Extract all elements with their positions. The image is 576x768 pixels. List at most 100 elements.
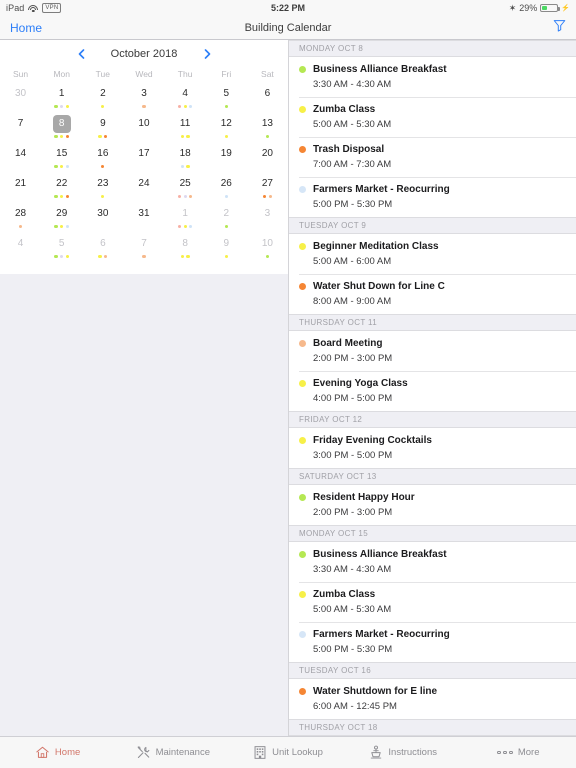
calendar-day-cell[interactable]: 3 (247, 204, 288, 234)
calendar-week-row: 4 5 6 7 8 9 10 (0, 234, 288, 264)
calendar-day-cell[interactable]: 7 (123, 234, 164, 264)
event-dot (183, 224, 187, 229)
event-title-row: Evening Yoga Class (299, 378, 566, 389)
event-color-dot (299, 146, 306, 153)
calendar-day-cell[interactable]: 9 (206, 234, 247, 264)
calendar-day-cell[interactable]: 29 (41, 204, 82, 234)
calendar-day-cell[interactable]: 14 (0, 144, 41, 174)
calendar-day-number: 16 (97, 148, 109, 159)
event-time: 3:30 AM - 4:30 AM (313, 564, 392, 575)
calendar-day-cell[interactable]: 8 (41, 114, 82, 144)
event-row[interactable]: Business Alliance Breakfast 3:30 AM - 4:3… (289, 57, 576, 97)
wifi-icon (28, 4, 39, 12)
event-dot (224, 134, 228, 139)
calendar-day-cell[interactable]: 30 (82, 204, 123, 234)
event-color-dot (299, 437, 306, 444)
calendar-day-cell[interactable]: 12 (206, 114, 247, 144)
weekday-header: Tue (95, 69, 111, 79)
calendar-day-cell[interactable]: 1 (165, 204, 206, 234)
calendar-day-cell[interactable]: 23 (82, 174, 123, 204)
calendar-day-cell[interactable]: 22 (41, 174, 82, 204)
calendar-day-number: 7 (17, 118, 24, 129)
calendar-day-cell[interactable]: 20 (247, 144, 288, 174)
tab-label: Maintenance (155, 747, 210, 758)
calendar-day-cell[interactable]: 5 (206, 84, 247, 114)
event-dot (54, 104, 58, 109)
tab-more[interactable]: More (461, 737, 576, 768)
event-row[interactable]: Zumba Class 5:00 AM - 5:30 AM (289, 582, 576, 622)
event-dot (65, 254, 69, 259)
calendar-day-cell[interactable]: 8 (165, 234, 206, 264)
calendar-day-cell[interactable]: 4 (0, 234, 41, 264)
event-title: Resident Happy Hour (313, 492, 415, 503)
event-row[interactable]: Farmers Market - Reocurring 5:00 PM - 5:3… (289, 177, 576, 217)
event-row[interactable]: Trash Disposal 7:00 AM - 7:30 AM (289, 137, 576, 177)
calendar-day-cell[interactable]: 3 (123, 84, 164, 114)
calendar-day-cell[interactable]: 27 (247, 174, 288, 204)
calendar-day-number: 12 (220, 118, 232, 129)
tab-instructions[interactable]: Instructions (346, 737, 461, 768)
calendar-day-cell[interactable]: 9 (82, 114, 123, 144)
calendar-week-row: 7 8 9 10 11 12 13 (0, 114, 288, 144)
filter-button[interactable] (553, 19, 566, 37)
tab-maintenance[interactable]: Maintenance (115, 737, 230, 768)
calendar-day-cell[interactable]: 4 (165, 84, 206, 114)
calendar-day-cell[interactable]: 21 (0, 174, 41, 204)
event-time: 4:00 PM - 5:00 PM (313, 393, 393, 404)
event-row[interactable]: Board Meeting 2:00 PM - 3:00 PM (289, 331, 576, 371)
calendar-day-cell[interactable]: 24 (123, 174, 164, 204)
event-section-header: THURSDAY OCT 11 (289, 314, 576, 331)
page-title: Building Calendar (244, 21, 332, 34)
calendar-day-cell[interactable]: 30 (0, 84, 41, 114)
calendar-day-number: 25 (179, 178, 191, 189)
event-row[interactable]: Zumba Class 5:00 AM - 5:30 AM (289, 97, 576, 137)
event-dot (189, 194, 193, 199)
tab-unit-lookup[interactable]: Unit Lookup (230, 737, 345, 768)
calendar-day-cell[interactable]: 26 (206, 174, 247, 204)
calendar-day-number: 3 (264, 208, 271, 219)
calendar-day-cell[interactable]: 17 (123, 144, 164, 174)
event-row[interactable]: Farmers Market - Reocurring 5:00 PM - 5:3… (289, 622, 576, 662)
calendar-day-cell[interactable]: 28 (0, 204, 41, 234)
event-list-pane[interactable]: MONDAY OCT 8 Business Alliance Breakfast 3… (288, 40, 576, 736)
calendar-day-cell[interactable]: 25 (165, 174, 206, 204)
event-dot (60, 194, 64, 199)
calendar-day-number: 2 (100, 88, 106, 99)
calendar-day-cell[interactable]: 15 (41, 144, 82, 174)
event-row[interactable]: Evening Yoga Class 4:00 PM - 5:00 PM (289, 371, 576, 411)
calendar-day-cell[interactable]: 11 (165, 114, 206, 144)
calendar-day-event-dots (54, 224, 69, 229)
calendar-day-cell[interactable]: 2 (206, 204, 247, 234)
event-row[interactable]: Beginner Meditation Class 5:00 AM - 6:00 … (289, 234, 576, 274)
event-row[interactable]: Water Shut Down for Line C 8:00 AM - 9:00… (289, 274, 576, 314)
event-dot (177, 194, 182, 199)
event-title: Board Meeting (313, 338, 383, 349)
event-row[interactable]: Friday Evening Cocktails 3:00 PM - 5:00 P… (289, 428, 576, 468)
calendar-day-cell[interactable]: 18 (165, 144, 206, 174)
event-title-row: Trash Disposal (299, 144, 566, 155)
calendar-day-cell[interactable]: 1 (41, 84, 82, 114)
calendar-day-cell[interactable]: 6 (247, 84, 288, 114)
calendar-day-event-dots (98, 134, 108, 139)
event-dot (54, 224, 58, 229)
event-dot (104, 134, 108, 139)
calendar-day-cell[interactable]: 31 (123, 204, 164, 234)
event-row[interactable]: Resident Happy Hour 2:00 PM - 3:00 PM (289, 485, 576, 525)
calendar-day-number: 4 (182, 88, 188, 99)
calendar-day-cell[interactable]: 2 (82, 84, 123, 114)
chevron-right-icon[interactable] (202, 48, 212, 60)
back-button-home[interactable]: Home (10, 21, 42, 35)
calendar-day-cell[interactable]: 10 (247, 234, 288, 264)
event-row[interactable]: Business Alliance Breakfast 3:30 AM - 4:3… (289, 542, 576, 582)
calendar-day-cell[interactable]: 10 (123, 114, 164, 144)
event-dot (265, 134, 269, 139)
event-row[interactable]: Water Shutdown for E line 6:00 AM - 12:45… (289, 679, 576, 719)
tab-home[interactable]: Home (0, 737, 115, 768)
calendar-day-cell[interactable]: 16 (82, 144, 123, 174)
chevron-left-icon[interactable] (76, 48, 86, 60)
calendar-day-cell[interactable]: 13 (247, 114, 288, 144)
calendar-day-cell[interactable]: 7 (0, 114, 41, 144)
calendar-day-cell[interactable]: 5 (41, 234, 82, 264)
calendar-day-cell[interactable]: 6 (82, 234, 123, 264)
calendar-day-cell[interactable]: 19 (206, 144, 247, 174)
